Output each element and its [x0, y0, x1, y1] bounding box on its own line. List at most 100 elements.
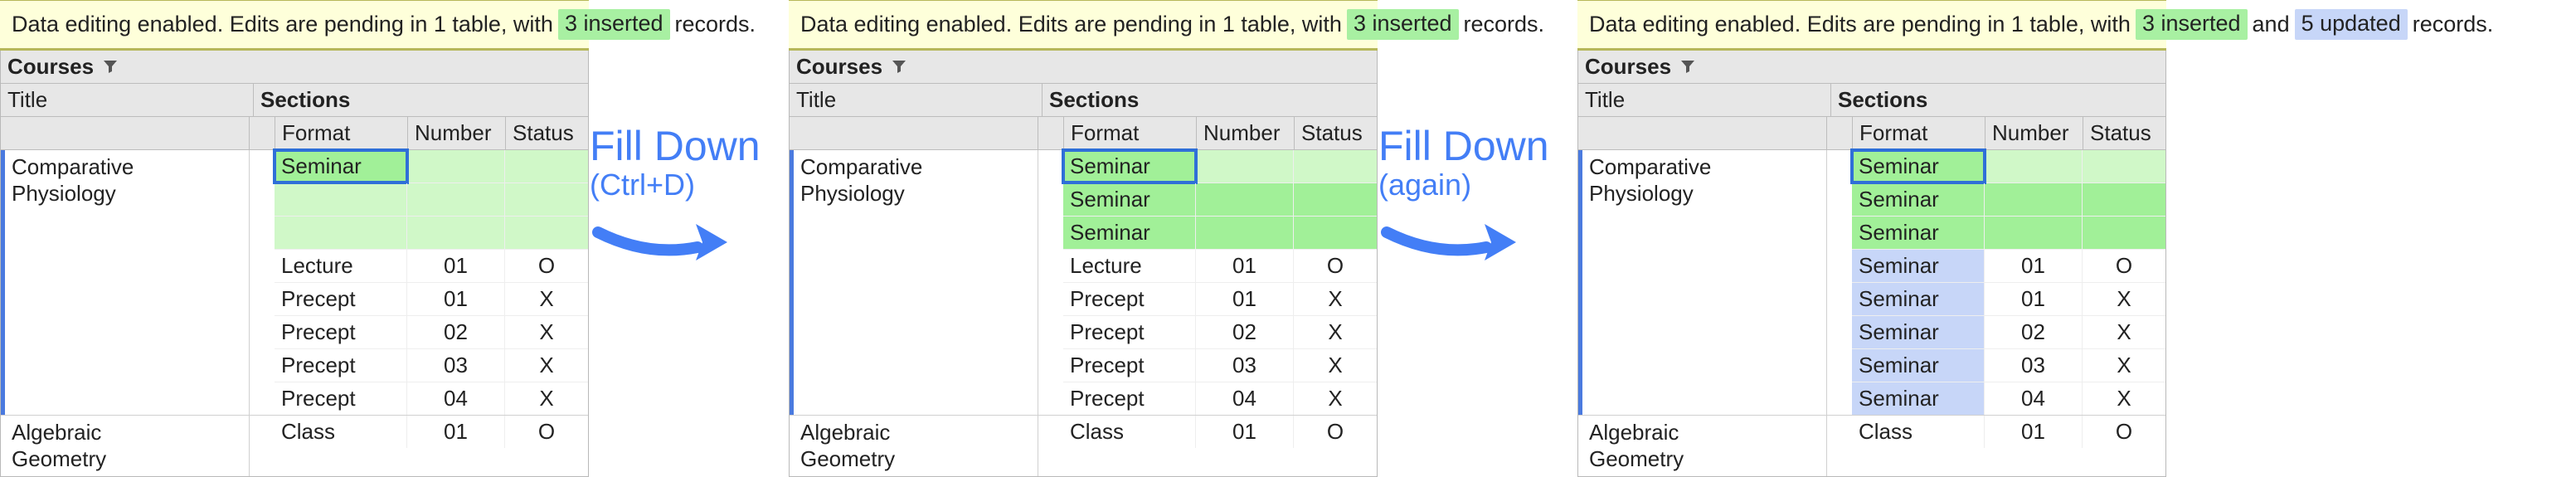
- section-row[interactable]: [275, 217, 588, 250]
- section-row[interactable]: Seminar: [1852, 217, 2165, 250]
- status-cell[interactable]: X: [505, 283, 588, 315]
- status-cell[interactable]: O: [2083, 250, 2165, 282]
- status-cell[interactable]: X: [1294, 382, 1377, 415]
- number-cell[interactable]: 01: [407, 283, 505, 315]
- number-cell[interactable]: [1196, 217, 1294, 249]
- format-cell[interactable]: Precept: [275, 283, 407, 315]
- section-row[interactable]: Lecture 01 O: [275, 250, 588, 283]
- number-cell[interactable]: 01: [1196, 283, 1294, 315]
- number-cell[interactable]: 04: [407, 382, 505, 415]
- col-status[interactable]: Status: [1294, 117, 1377, 149]
- course-title-cell[interactable]: ComparativePhysiology: [790, 150, 1038, 415]
- section-row[interactable]: Precept 01 X: [275, 283, 588, 316]
- status-cell[interactable]: [2083, 183, 2165, 216]
- number-cell[interactable]: 01: [1985, 283, 2083, 315]
- format-cell[interactable]: Seminar: [1063, 150, 1196, 183]
- col-title[interactable]: Title: [1, 84, 254, 116]
- section-row[interactable]: Seminar 01 X: [1852, 283, 2165, 316]
- format-cell[interactable]: Seminar: [1852, 382, 1985, 415]
- filter-icon[interactable]: [1679, 58, 1696, 75]
- format-cell[interactable]: Seminar: [1852, 349, 1985, 382]
- status-cell[interactable]: [505, 150, 588, 183]
- format-cell[interactable]: [275, 217, 407, 249]
- section-row[interactable]: Precept 04 X: [1063, 382, 1377, 415]
- col-sections[interactable]: Sections: [1831, 84, 2165, 116]
- courses-tab[interactable]: Courses: [790, 51, 916, 83]
- section-row[interactable]: Seminar 01 O: [1852, 250, 2165, 283]
- format-cell[interactable]: Seminar: [1852, 283, 1985, 315]
- number-cell[interactable]: [407, 183, 505, 216]
- col-sections[interactable]: Sections: [254, 84, 588, 116]
- section-row[interactable]: Seminar: [275, 150, 588, 183]
- courses-tab[interactable]: Courses: [1, 51, 127, 83]
- number-cell[interactable]: 03: [1196, 349, 1294, 382]
- status-cell[interactable]: X: [1294, 316, 1377, 348]
- status-cell[interactable]: [1294, 150, 1377, 183]
- number-cell[interactable]: 02: [1985, 316, 2083, 348]
- col-sections[interactable]: Sections: [1043, 84, 1377, 116]
- section-row[interactable]: Class 01 O: [1063, 416, 1377, 448]
- status-cell[interactable]: X: [2083, 283, 2165, 315]
- number-cell[interactable]: 01: [407, 250, 505, 282]
- section-row[interactable]: Class 01 O: [275, 416, 588, 448]
- format-cell[interactable]: Seminar: [1852, 316, 1985, 348]
- section-row[interactable]: Seminar: [1852, 183, 2165, 217]
- format-cell[interactable]: Precept: [275, 349, 407, 382]
- section-row[interactable]: Lecture 01 O: [1063, 250, 1377, 283]
- number-cell[interactable]: [1196, 150, 1294, 183]
- course-title-cell[interactable]: AlgebraicGeometry: [1578, 416, 1827, 476]
- number-cell[interactable]: [1985, 217, 2083, 249]
- number-cell[interactable]: [1985, 183, 2083, 216]
- col-title[interactable]: Title: [790, 84, 1043, 116]
- section-row[interactable]: Precept 04 X: [275, 382, 588, 415]
- status-cell[interactable]: X: [505, 349, 588, 382]
- format-cell[interactable]: Precept: [1063, 349, 1196, 382]
- status-cell[interactable]: O: [1294, 250, 1377, 282]
- number-cell[interactable]: [1985, 150, 2083, 183]
- section-row[interactable]: Precept 03 X: [275, 349, 588, 382]
- course-title-cell[interactable]: AlgebraicGeometry: [790, 416, 1038, 476]
- format-cell[interactable]: [275, 183, 407, 216]
- course-title-cell[interactable]: ComparativePhysiology: [1, 150, 250, 415]
- status-cell[interactable]: X: [505, 316, 588, 348]
- format-cell[interactable]: Seminar: [1852, 217, 1985, 249]
- col-number[interactable]: Number: [407, 117, 505, 149]
- status-cell[interactable]: X: [2083, 349, 2165, 382]
- format-cell[interactable]: Class: [1852, 416, 1985, 448]
- filter-icon[interactable]: [102, 58, 119, 75]
- section-row[interactable]: Precept 03 X: [1063, 349, 1377, 382]
- format-cell[interactable]: Precept: [275, 316, 407, 348]
- format-cell[interactable]: Precept: [275, 382, 407, 415]
- format-cell[interactable]: Precept: [1063, 283, 1196, 315]
- format-cell[interactable]: Seminar: [275, 150, 407, 183]
- number-cell[interactable]: 03: [1985, 349, 2083, 382]
- status-cell[interactable]: [2083, 150, 2165, 183]
- status-cell[interactable]: [1294, 217, 1377, 249]
- table-row[interactable]: AlgebraicGeometry Class 01 O: [790, 416, 1377, 476]
- section-row[interactable]: Seminar: [1063, 150, 1377, 183]
- status-cell[interactable]: X: [2083, 382, 2165, 415]
- table-row[interactable]: ComparativePhysiology Seminar Seminar Se…: [790, 150, 1377, 416]
- course-title-cell[interactable]: ComparativePhysiology: [1578, 150, 1827, 415]
- number-cell[interactable]: [407, 217, 505, 249]
- status-cell[interactable]: X: [2083, 316, 2165, 348]
- number-cell[interactable]: 02: [1196, 316, 1294, 348]
- format-cell[interactable]: Precept: [1063, 382, 1196, 415]
- status-cell[interactable]: [505, 217, 588, 249]
- number-cell[interactable]: 04: [1985, 382, 2083, 415]
- col-format[interactable]: Format: [1063, 117, 1196, 149]
- number-cell[interactable]: 01: [1985, 416, 2083, 448]
- format-cell[interactable]: Seminar: [1852, 183, 1985, 216]
- section-row[interactable]: Seminar 02 X: [1852, 316, 2165, 349]
- format-cell[interactable]: Class: [275, 416, 407, 448]
- section-row[interactable]: [275, 183, 588, 217]
- col-title[interactable]: Title: [1578, 84, 1831, 116]
- status-cell[interactable]: X: [1294, 283, 1377, 315]
- section-row[interactable]: Precept 02 X: [1063, 316, 1377, 349]
- section-row[interactable]: Seminar: [1063, 217, 1377, 250]
- status-cell[interactable]: O: [505, 250, 588, 282]
- course-title-cell[interactable]: AlgebraicGeometry: [1, 416, 250, 476]
- section-row[interactable]: Precept 01 X: [1063, 283, 1377, 316]
- status-cell[interactable]: O: [1294, 416, 1377, 448]
- courses-grid[interactable]: Courses Title Sections Format Number Sta…: [1577, 51, 2166, 477]
